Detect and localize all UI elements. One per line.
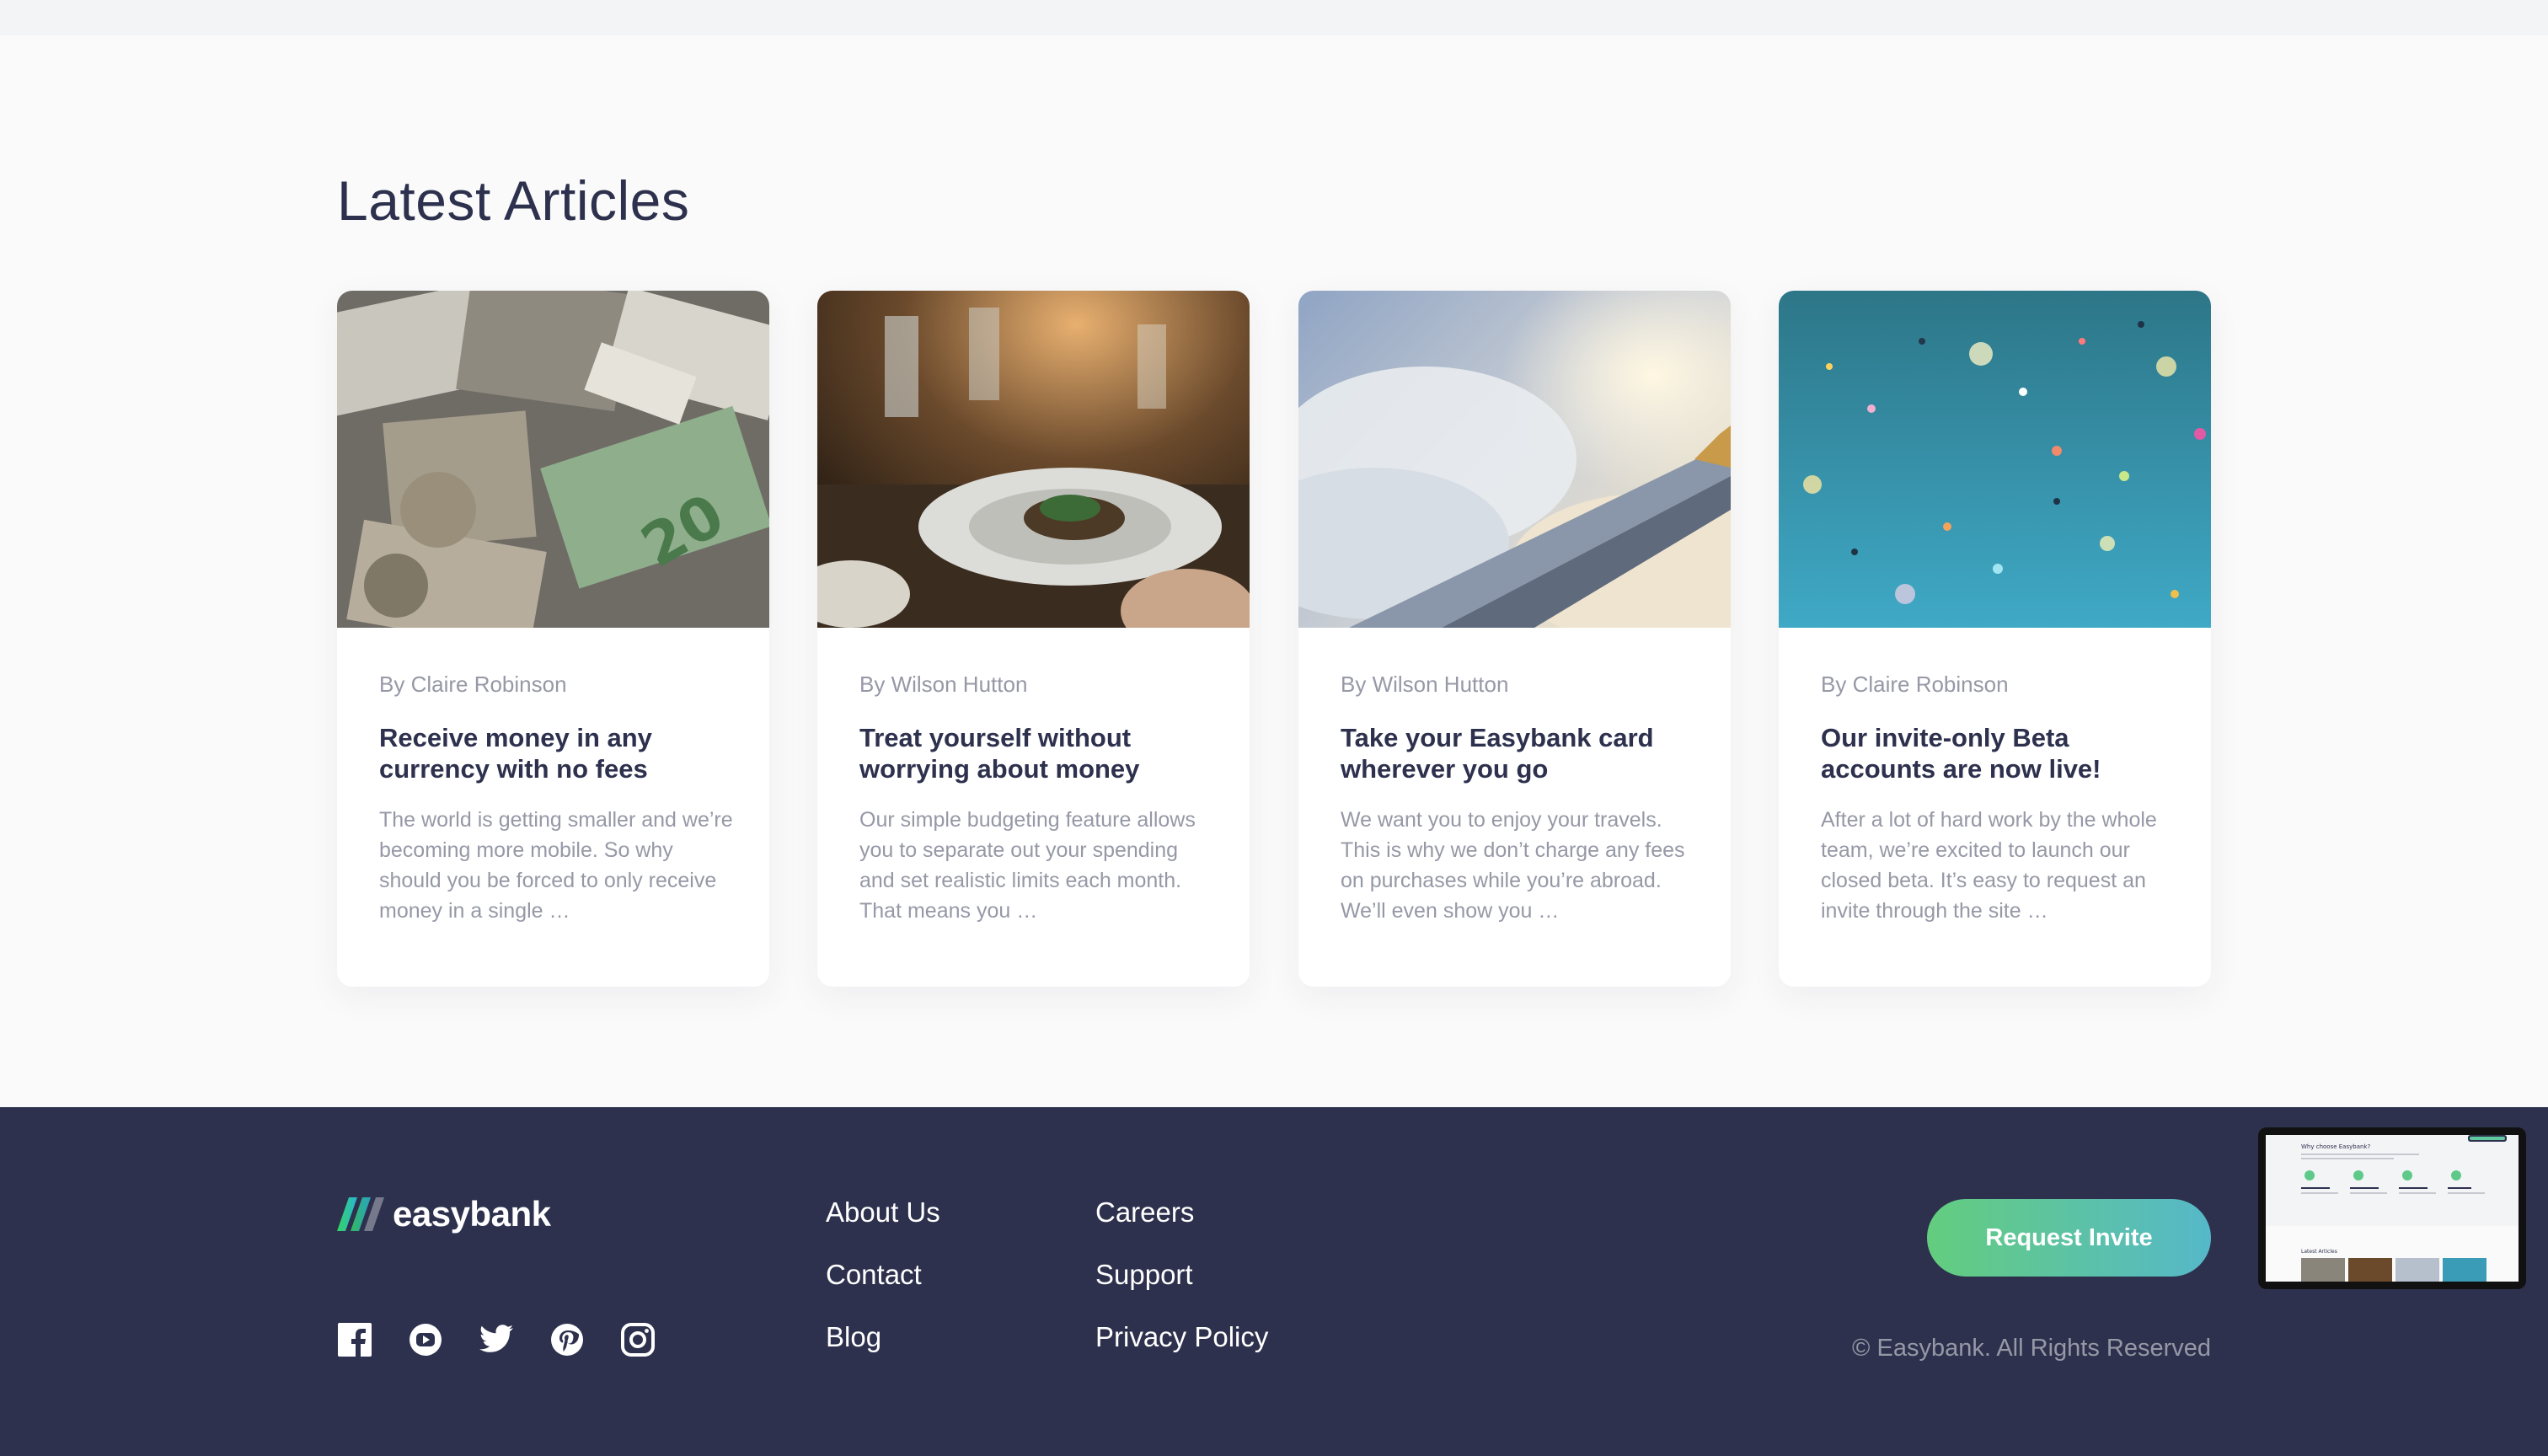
footer-link-support[interactable]: Support: [1095, 1261, 1268, 1289]
top-strip: [0, 0, 2548, 35]
article-excerpt: The world is getting smaller and we’re b…: [379, 808, 733, 923]
article-card[interactable]: 20 By Claire Robinson Receive money in a…: [337, 291, 769, 987]
footer-links-col2: Careers Support Privacy Policy: [1095, 1198, 1268, 1352]
site-footer: easybank About Us Contact Blog Careers S…: [0, 1107, 2548, 1456]
article-image-airplane: [1298, 291, 1731, 628]
article-card[interactable]: By Wilson Hutton Take your Easybank card…: [1298, 291, 1731, 987]
social-links: [337, 1322, 656, 1357]
article-author: By Claire Robinson: [379, 672, 567, 697]
facebook-icon[interactable]: [337, 1322, 372, 1357]
section-title: Latest Articles: [337, 169, 690, 232]
article-excerpt: Our simple budgeting feature allows you …: [859, 808, 1196, 923]
article-image-confetti: [1779, 291, 2211, 628]
request-invite-button[interactable]: Request Invite: [1927, 1199, 2211, 1277]
article-title[interactable]: Our invite-only Beta accounts are now li…: [1821, 722, 2175, 784]
article-title[interactable]: Take your Easybank card wherever you go: [1341, 722, 1694, 784]
article-author: By Wilson Hutton: [1341, 672, 1509, 697]
article-title[interactable]: Treat yourself without worrying about mo…: [859, 722, 1213, 784]
article-excerpt: We want you to enjoy your travels. This …: [1341, 808, 1685, 923]
article-excerpt: After a lot of hard work by the whole te…: [1821, 808, 2157, 923]
pinterest-icon[interactable]: [549, 1322, 585, 1357]
article-card[interactable]: By Claire Robinson Our invite-only Beta …: [1779, 291, 2211, 987]
preview-heading: Why choose Easybank?: [2301, 1143, 2370, 1150]
preview-screen: Why choose Easybank? Latest Articles: [2266, 1135, 2519, 1282]
twitter-icon[interactable]: [479, 1322, 514, 1357]
footer-link-about[interactable]: About Us: [826, 1198, 940, 1227]
preview-subheading: Latest Articles: [2301, 1249, 2337, 1255]
article-author: By Claire Robinson: [1821, 672, 2009, 697]
footer-link-careers[interactable]: Careers: [1095, 1198, 1268, 1227]
article-card[interactable]: By Wilson Hutton Treat yourself without …: [817, 291, 1250, 987]
page-preview-thumbnail[interactable]: Why choose Easybank? Latest Articles: [2258, 1127, 2526, 1289]
article-image-currency: 20: [337, 291, 769, 628]
footer-links-col1: About Us Contact Blog: [826, 1198, 940, 1352]
instagram-icon[interactable]: [620, 1322, 656, 1357]
logo-mark-icon: [337, 1197, 384, 1231]
footer-link-blog[interactable]: Blog: [826, 1323, 940, 1352]
copyright-text: © Easybank. All Rights Reserved: [1852, 1335, 2211, 1362]
article-author: By Wilson Hutton: [859, 672, 1028, 697]
logo-wordmark: easybank: [393, 1194, 551, 1234]
footer-link-privacy[interactable]: Privacy Policy: [1095, 1323, 1268, 1352]
article-image-restaurant: [817, 291, 1250, 628]
article-title[interactable]: Receive money in any currency with no fe…: [379, 722, 733, 784]
youtube-icon[interactable]: [408, 1322, 443, 1357]
footer-link-contact[interactable]: Contact: [826, 1261, 940, 1289]
latest-articles-section: Latest Articles 20 By Claire Robinson Re…: [0, 35, 2548, 1107]
footer-logo[interactable]: easybank: [337, 1194, 551, 1234]
